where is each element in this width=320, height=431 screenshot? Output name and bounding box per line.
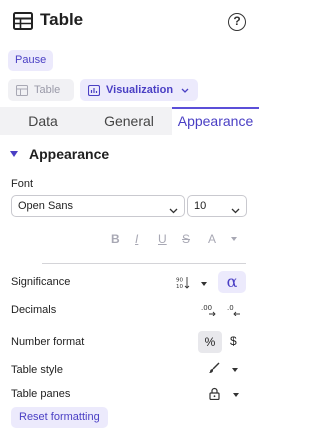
table-view-label: Table [34,84,61,96]
bold-button[interactable]: B [111,232,120,246]
increase-decimals-icon: .00 [201,303,217,319]
svg-text:90: 90 [176,278,183,284]
table-style-dropdown[interactable] [208,362,238,377]
alpha-button[interactable]: α [218,271,246,293]
increase-decimals-button[interactable]: .00 [201,303,217,319]
text-color-button[interactable]: A [208,232,216,246]
svg-text:.00: .00 [201,304,212,312]
sort-numeric-icon: 90 10 [176,276,190,292]
tab-general[interactable]: General [86,107,172,135]
chevron-down-icon [169,201,178,221]
lock-icon [209,387,220,403]
svg-text:.0: .0 [227,304,234,312]
caret-down-icon [232,367,238,372]
visualization-dropdown[interactable]: Visualization [80,79,198,101]
table-icon [13,12,33,30]
pause-button[interactable]: Pause [8,50,54,71]
panel-header: Table ? [0,0,259,44]
font-size-select[interactable]: 10 [187,195,247,217]
section-title: Appearance [29,146,110,162]
tab-bar: Data General Appearance [0,107,259,135]
tab-appearance[interactable]: Appearance [172,107,259,135]
font-family-value: Open Sans [18,200,74,212]
decrease-decimals-icon: .0 [227,303,243,319]
divider [42,263,246,264]
italic-button[interactable]: I [135,232,138,246]
underline-button[interactable]: U [158,232,167,246]
decrease-decimals-button[interactable]: .0 [227,303,243,319]
decimals-label: Decimals [11,304,57,316]
caret-down-icon [10,151,18,157]
chart-icon [88,84,100,96]
reset-formatting-button[interactable]: Reset formatting [11,407,108,428]
table-panes-label: Table panes [11,388,71,400]
caret-down-icon [233,393,239,397]
panel-title: Table [40,10,84,29]
table-panes-dropdown[interactable] [209,387,239,403]
appearance-section-toggle[interactable]: Appearance [10,146,109,162]
svg-text:10: 10 [176,284,183,289]
table-view-button[interactable]: Table [8,79,74,101]
currency-format-button[interactable]: $ [230,334,237,348]
text-format-toolbar: B I U S A [108,231,243,247]
caret-down-icon [231,237,237,241]
significance-label: Significance [11,276,71,288]
grid-icon [16,84,28,96]
font-family-select[interactable]: Open Sans [11,195,185,217]
font-label: Font [11,178,34,190]
chevron-down-icon [181,88,189,93]
number-format-label: Number format [11,336,85,348]
caret-down-icon [201,282,207,286]
font-size-value: 10 [194,200,207,212]
chevron-down-icon [231,201,240,221]
paintbrush-icon [208,362,220,377]
tab-data[interactable]: Data [0,107,86,135]
help-icon[interactable]: ? [228,13,246,31]
visualization-label: Visualization [106,84,174,96]
significance-sort-dropdown[interactable]: 90 10 [176,276,207,292]
table-style-label: Table style [11,364,63,376]
percent-format-button[interactable]: % [198,331,222,353]
strikethrough-button[interactable]: S [182,232,190,246]
